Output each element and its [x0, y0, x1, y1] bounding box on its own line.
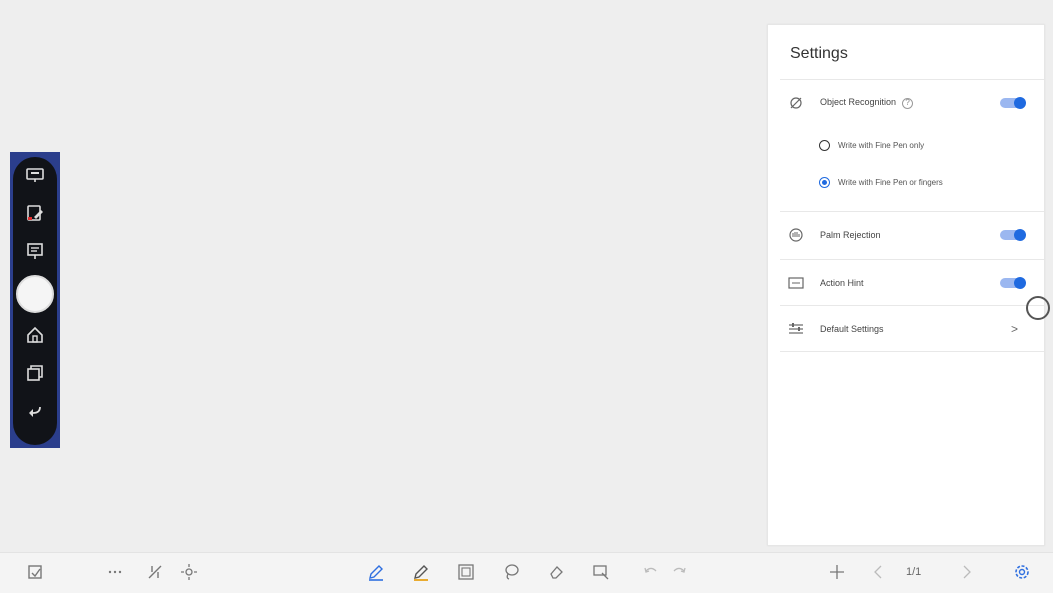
prev-page-icon: [870, 563, 888, 586]
radio-label: Write with Fine Pen or fingers: [838, 177, 943, 187]
redo-button[interactable]: [668, 563, 690, 585]
home-button[interactable]: [17, 319, 53, 355]
whiteboard-button[interactable]: [17, 235, 53, 271]
action-hint-icon: [788, 275, 804, 291]
action-hint-toggle[interactable]: [1000, 277, 1026, 289]
windows-icon: [25, 363, 45, 388]
palm-rejection-label: Palm Rejection: [820, 230, 881, 240]
annotate-icon: [25, 203, 45, 228]
radio-option-fine-pen-or-fingers[interactable]: Write with Fine Pen or fingers: [768, 169, 1044, 195]
floating-menu-circle[interactable]: [16, 275, 54, 313]
object-recognition-toggle[interactable]: [1000, 97, 1026, 109]
radio-button[interactable]: [819, 139, 830, 151]
windows-button[interactable]: [17, 357, 53, 393]
sliders-icon: [788, 321, 804, 337]
shape-button[interactable]: [590, 563, 612, 585]
more-button[interactable]: [104, 563, 126, 585]
palm-rejection-row: Palm Rejection: [768, 212, 1044, 258]
eraser-button[interactable]: [545, 563, 567, 585]
settings-panel: Settings Object Recognition? Write with …: [767, 24, 1045, 546]
object-recognition-row-label: Object Recognition?: [820, 97, 914, 109]
object-recognition-label: Object Recognition: [820, 97, 897, 108]
help-icon[interactable]: ?: [902, 97, 914, 109]
radio-button-selected[interactable]: [819, 176, 830, 188]
object-recognition-icon: [788, 95, 804, 111]
lasso-button[interactable]: [500, 563, 522, 585]
tools-icon: [146, 563, 164, 586]
move-icon: [180, 563, 198, 586]
side-toolbar: [13, 157, 57, 445]
annotate-button[interactable]: [17, 197, 53, 233]
screen-button[interactable]: [17, 159, 53, 195]
page-indicator: 1/1: [906, 566, 922, 578]
pen-icon: [367, 563, 385, 586]
whiteboard-icon: [25, 241, 45, 266]
back-button[interactable]: [17, 395, 53, 431]
settings-icon: [1013, 563, 1031, 586]
palm-rejection-icon: [788, 227, 804, 243]
image-icon: [457, 563, 475, 586]
default-settings-label: Default Settings: [820, 324, 884, 334]
home-icon: [25, 325, 45, 350]
settings-title: Settings: [790, 45, 848, 62]
palm-rejection-toggle[interactable]: [1000, 229, 1026, 241]
save-button[interactable]: [24, 563, 46, 585]
settings-button[interactable]: [1011, 563, 1033, 585]
eraser-icon: [547, 563, 565, 586]
tools-button[interactable]: [144, 563, 166, 585]
action-hint-row: Action Hint: [768, 260, 1044, 306]
object-recognition-row: Object Recognition?: [768, 80, 1044, 126]
lasso-icon: [502, 563, 520, 586]
radio-option-fine-pen-only[interactable]: Write with Fine Pen only: [768, 132, 1044, 158]
divider: [780, 351, 1044, 352]
undo-button[interactable]: [640, 563, 662, 585]
cursor-ring: [1026, 296, 1050, 320]
chevron-right-icon: >: [1010, 322, 1018, 336]
pen-button[interactable]: [365, 563, 387, 585]
add-page-icon: [828, 563, 846, 586]
shape-icon: [592, 563, 610, 586]
bottom-toolbar: 1/1: [0, 552, 1053, 593]
highlighter-icon: [412, 563, 430, 586]
back-icon: [25, 401, 45, 426]
highlighter-button[interactable]: [410, 563, 432, 585]
undo-icon: [642, 563, 660, 586]
screen-icon: [25, 165, 45, 190]
next-page-button[interactable]: [955, 563, 977, 585]
next-page-icon: [957, 563, 975, 586]
image-button[interactable]: [455, 563, 477, 585]
move-button[interactable]: [178, 563, 200, 585]
prev-page-button[interactable]: [868, 563, 890, 585]
action-hint-label: Action Hint: [820, 278, 864, 288]
add-page-button[interactable]: [826, 563, 848, 585]
save-icon: [26, 563, 44, 586]
default-settings-row[interactable]: Default Settings >: [768, 306, 1044, 352]
more-icon: [106, 563, 124, 586]
redo-icon: [670, 563, 688, 586]
radio-label: Write with Fine Pen only: [838, 140, 925, 150]
